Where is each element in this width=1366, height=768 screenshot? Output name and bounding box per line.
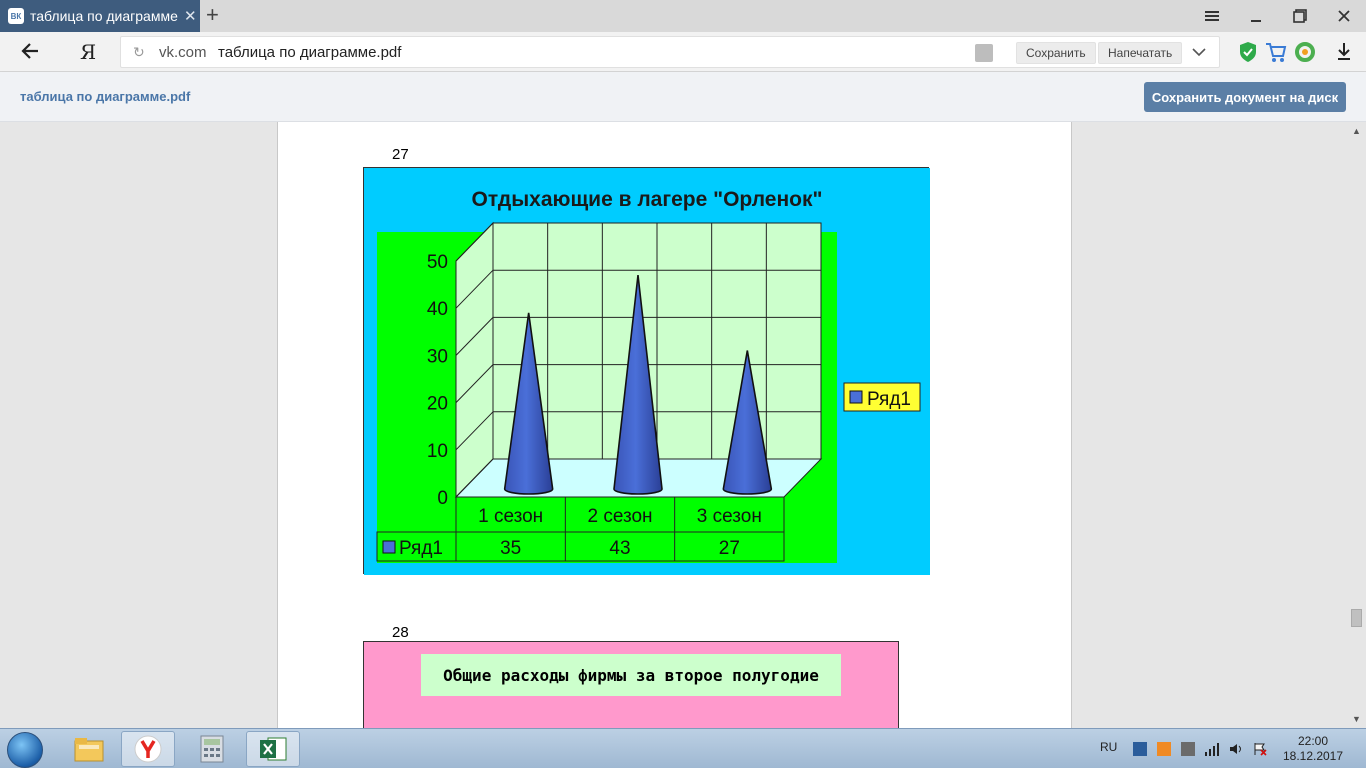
chevron-down-icon[interactable] — [1191, 43, 1207, 66]
close-window-icon[interactable] — [1322, 0, 1366, 32]
y-tick-label: 0 — [437, 488, 448, 509]
chart-orlenok-svg: Отдыхающие в лагере "Орленок" 0 10 20 30 40 50… — [364, 168, 930, 575]
y-tick-label: 20 — [427, 394, 448, 415]
document-viewer[interactable]: 27 Отдыхающие в лагере "Орленок" 0 10 20 30 4… — [0, 122, 1366, 728]
clock-time: 22:00 — [1297, 734, 1329, 748]
scroll-up-arrow-icon[interactable]: ▲ — [1352, 126, 1361, 136]
x-category-label: 1 сезон — [478, 506, 543, 527]
document-title[interactable]: таблица по диаграмме.pdf — [20, 89, 190, 104]
scroll-down-arrow-icon[interactable]: ▼ — [1352, 714, 1361, 724]
tray-clipboard-icon[interactable] — [1181, 742, 1195, 756]
action-center-flag-icon[interactable] — [1253, 742, 1267, 756]
x-category-label: 2 сезон — [587, 506, 652, 527]
file-explorer-icon[interactable] — [62, 731, 116, 767]
cart-icon[interactable] — [1265, 41, 1287, 68]
system-clock[interactable]: 22:00 18.12.2017 — [1280, 734, 1346, 764]
menu-icon[interactable] — [1190, 0, 1234, 32]
chart-title: Отдыхающие в лагере "Орленок" — [472, 188, 823, 211]
y-tick-label: 30 — [427, 346, 448, 367]
yandex-logo-icon[interactable]: Я — [80, 40, 96, 64]
url-path: таблица по диаграмме.pdf — [218, 44, 402, 61]
calculator-icon[interactable] — [185, 731, 239, 767]
tab-title: таблица по диаграмме.р — [30, 8, 178, 24]
legend-swatch-icon — [849, 390, 863, 404]
minimize-icon[interactable] — [1234, 0, 1278, 32]
data-table-value: 27 — [719, 538, 740, 559]
scrollbar-thumb[interactable] — [1351, 609, 1362, 627]
page-number: 27 — [392, 146, 409, 163]
save-to-disk-button[interactable]: Сохранить документ на диск — [1144, 82, 1346, 112]
reload-icon[interactable]: ↻ — [133, 44, 145, 61]
chart-orlenok: Отдыхающие в лагере "Орленок" 0 10 20 30 40 50… — [363, 167, 930, 575]
protect-shield-icon[interactable] — [1238, 41, 1258, 68]
legend-label: Ряд1 — [867, 389, 911, 410]
series-swatch-icon — [382, 540, 396, 554]
url-field[interactable]: ↻ vk.com таблица по диаграмме.pdf Сохран… — [120, 36, 1220, 68]
back-arrow-icon[interactable] — [20, 41, 40, 66]
network-signal-icon[interactable] — [1205, 742, 1219, 756]
extension-ring-icon[interactable] — [1294, 41, 1316, 68]
tray-app-icon[interactable] — [1133, 742, 1147, 756]
print-button[interactable]: Напечатать — [1098, 42, 1183, 64]
tray-app-icon[interactable] — [1157, 742, 1171, 756]
address-bar: Я ↻ vk.com таблица по диаграмме.pdf Сохр… — [0, 32, 1366, 72]
y-tick-label: 50 — [427, 252, 448, 273]
volume-icon[interactable] — [1229, 742, 1243, 756]
start-button[interactable] — [7, 732, 43, 768]
download-icon[interactable] — [1336, 41, 1352, 66]
close-tab-icon[interactable]: ✕ — [184, 7, 197, 25]
restore-icon[interactable] — [1278, 0, 1322, 32]
lock-icon[interactable] — [975, 44, 993, 62]
pdf-page: 27 Отдыхающие в лагере "Орленок" 0 10 20 30 4… — [277, 122, 1072, 728]
tab-strip: ВК таблица по диаграмме.р ✕ + — [0, 0, 1366, 32]
x-category-label: 3 сезон — [697, 506, 762, 527]
yandex-browser-icon[interactable] — [121, 731, 175, 767]
excel-icon[interactable] — [246, 731, 300, 767]
page-number: 28 — [392, 624, 409, 641]
new-tab-plus-icon[interactable]: + — [206, 4, 219, 26]
vk-favicon-icon: ВК — [8, 8, 24, 24]
clock-date: 18.12.2017 — [1282, 749, 1344, 763]
data-table-value: 35 — [500, 538, 521, 559]
save-pdf-button[interactable]: Сохранить — [1016, 42, 1096, 64]
y-tick-label: 40 — [427, 299, 448, 320]
browser-tab[interactable]: ВК таблица по диаграмме.р ✕ — [0, 0, 200, 32]
data-table-series-name: Ряд1 — [399, 538, 443, 559]
data-table-value: 43 — [609, 538, 630, 559]
chart-expenses-title: Общие расходы фирмы за второе полугодие — [421, 654, 841, 696]
document-header: таблица по диаграмме.pdf Сохранить докум… — [0, 72, 1366, 122]
taskbar: RU 22:00 18.12.2017 — [0, 728, 1366, 768]
side-wall — [455, 221, 494, 499]
url-domain: vk.com — [159, 44, 207, 61]
language-indicator[interactable]: RU — [1100, 740, 1117, 754]
chart-expenses: Общие расходы фирмы за второе полугодие — [363, 641, 899, 728]
y-tick-label: 10 — [427, 441, 448, 462]
